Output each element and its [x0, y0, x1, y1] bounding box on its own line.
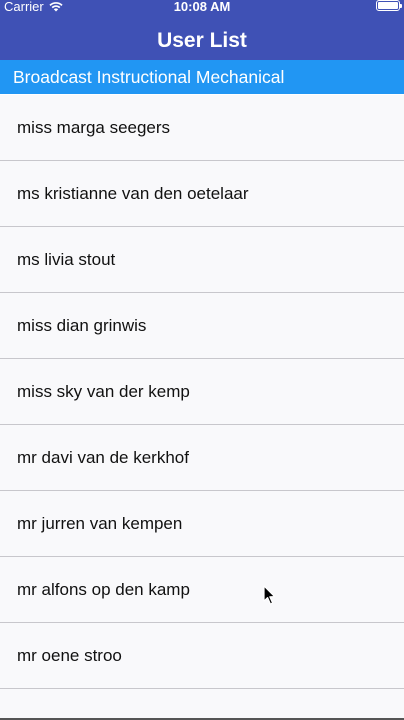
battery-icon: [376, 0, 402, 11]
list-item-label: mr davi van de kerkhof: [17, 448, 189, 467]
list-item-label: miss marga seegers: [17, 118, 171, 137]
list-item-label: mr alfons op den kamp: [17, 580, 190, 599]
mouse-cursor-icon: [263, 585, 276, 605]
list-item-label: miss sky van der kemp: [17, 382, 190, 401]
list-item[interactable]: mr davi van de kerkhof: [0, 425, 404, 491]
list-item-label: miss dian grinwis: [17, 316, 147, 335]
status-bar: Carrier 10:08 AM: [0, 0, 404, 16]
list-item[interactable]: miss marga seegers: [0, 95, 404, 161]
list-item[interactable]: miss sky van der kemp: [0, 359, 404, 425]
list-item[interactable]: mr oene stroo: [0, 623, 404, 689]
list-item-label: ms kristianne van den oetelaar: [17, 184, 249, 203]
page-title: User List: [157, 29, 247, 52]
list-item[interactable]: ms livia stout: [0, 227, 404, 293]
list-item-label: ms livia stout: [17, 250, 116, 269]
navigation-bar: Carrier 10:08 AM User List: [0, 0, 404, 60]
banner-text: Broadcast Instructional Mechanical: [13, 67, 285, 87]
list-item-label: mr jurren van kempen: [17, 514, 183, 533]
battery-level: [378, 2, 398, 9]
list-item-label: mr oene stroo: [17, 646, 122, 665]
list-item[interactable]: mr alfons op den kamp: [0, 557, 404, 623]
banner: Broadcast Instructional Mechanical: [0, 60, 404, 94]
list-item[interactable]: miss dian grinwis: [0, 293, 404, 359]
list-item[interactable]: mr jurren van kempen: [0, 491, 404, 557]
list-item[interactable]: ms kristianne van den oetelaar: [0, 161, 404, 227]
user-list[interactable]: miss marga seegers ms kristianne van den…: [0, 95, 404, 720]
status-time: 10:08 AM: [173, 0, 231, 14]
